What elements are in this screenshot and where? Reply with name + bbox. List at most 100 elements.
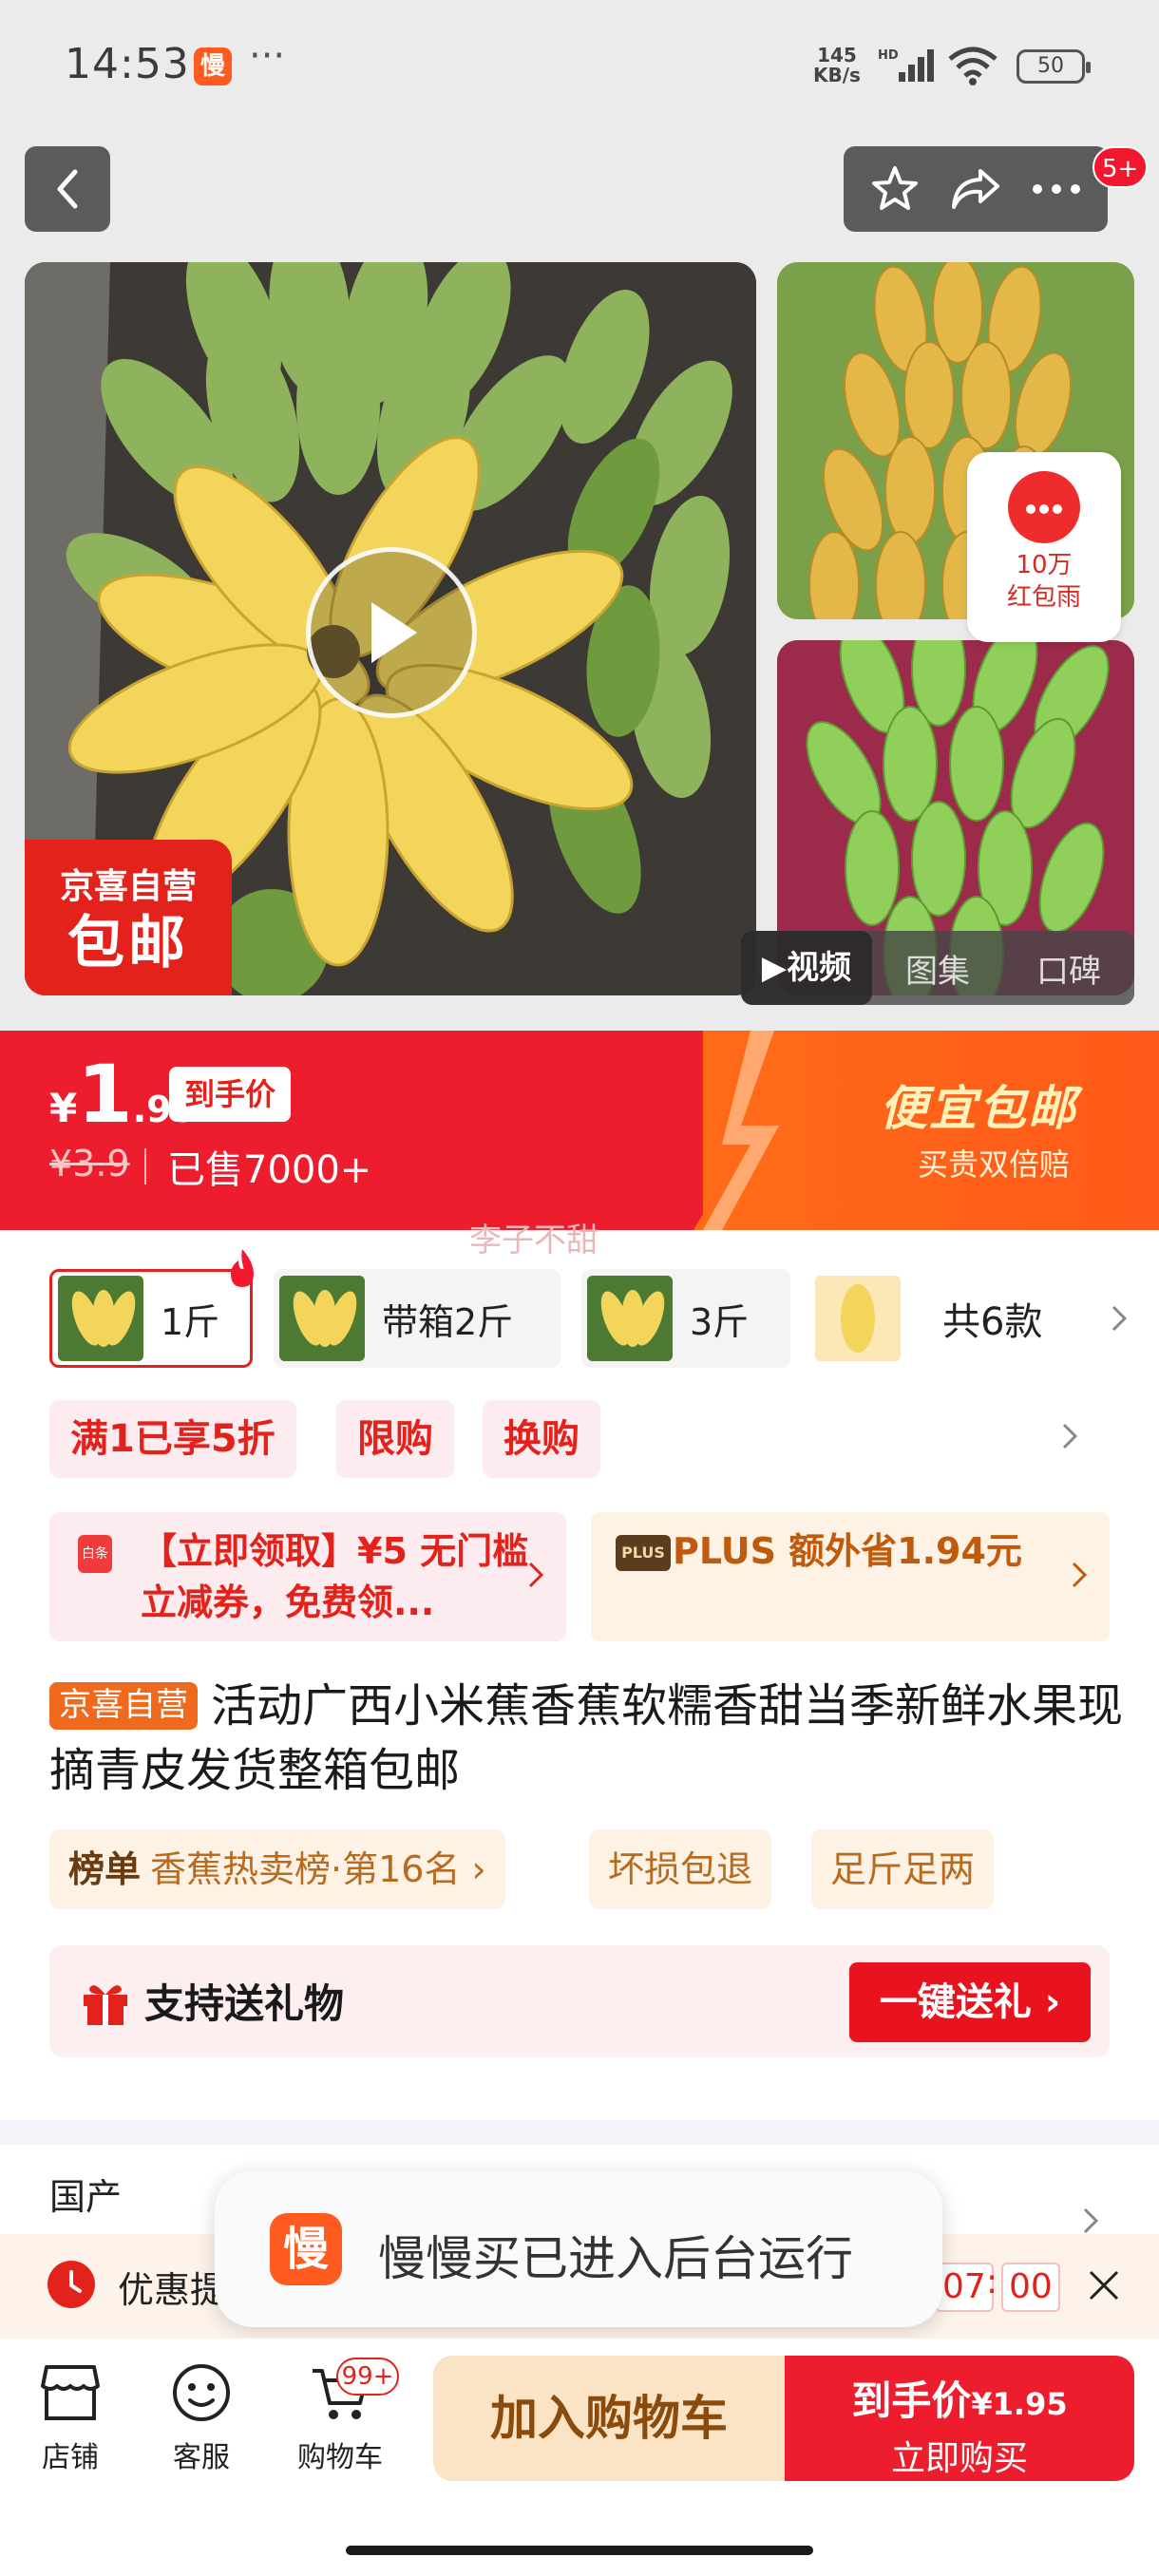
red-packet-line2: 红包雨	[1006, 583, 1081, 612]
nav-service-label: 客服	[173, 2441, 230, 2474]
tab-video-play-icon: ▶	[761, 949, 788, 987]
red-packet-rain-button[interactable]: 10万 红包雨	[967, 452, 1121, 642]
tab-gallery[interactable]: 图集	[872, 945, 1003, 992]
send-gift-label: 一键送礼	[879, 1980, 1032, 2024]
sku-option-4[interactable]	[809, 1269, 904, 1368]
tab-reviews[interactable]: 口碑	[1003, 945, 1134, 992]
guarantee-tag-1: 坏损包退	[589, 1829, 772, 1909]
countdown-seconds: 00	[1001, 2263, 1060, 2312]
countdown-text: 优惠提	[118, 2269, 227, 2311]
rank-badge[interactable]: 榜单 香蕉热卖榜·第16名 ›	[49, 1829, 505, 1909]
share-button[interactable]	[945, 159, 1006, 219]
sku-label: 1斤	[161, 1300, 220, 1343]
buy-price-value: ¥1.95	[971, 2386, 1068, 2422]
tab-video[interactable]: ▶视频	[741, 931, 872, 1005]
bottom-action-bar: 店铺 客服 购物车 99+ 加入购物车 到手价¥1.95 立即购买	[0, 2339, 1159, 2576]
red-packet-line1: 10万	[1016, 551, 1073, 579]
sku-option-1[interactable]: 1斤	[49, 1249, 254, 1368]
play-video-button[interactable]	[306, 547, 477, 718]
promo-subtitle: 买贵双倍赔	[918, 1146, 1071, 1183]
promo-tag-discount: 满1已享5折	[49, 1400, 296, 1478]
app-notification-icon: 慢	[194, 47, 232, 85]
favorite-button[interactable]	[864, 159, 925, 219]
chevron-right-icon: ›	[460, 1848, 486, 1890]
plus-savings-card[interactable]: PLUS PLUS 额外省1.94元	[591, 1512, 1110, 1641]
product-gallery: 14:53 慢 ··· 145 KB/s HD 50 5+ 京喜自营 包邮 10…	[0, 0, 1159, 1031]
smile-icon	[144, 2358, 258, 2428]
guarantee-tag-2: 足斤足两	[811, 1829, 995, 1909]
sku-thumbnail	[58, 1276, 143, 1361]
send-gift-button[interactable]: 一键送礼 ›	[849, 1962, 1091, 2042]
promo-tag-limit: 限购	[336, 1400, 454, 1478]
shop-icon	[13, 2358, 127, 2428]
promo-tags[interactable]: 满1已享5折 限购 换购	[49, 1400, 1123, 1478]
nav-cart-label: 购物车	[297, 2441, 383, 2474]
chevron-right-icon: ›	[1031, 1980, 1061, 2024]
chevron-right-icon	[1112, 1305, 1128, 1332]
sold-count: 已售7000+	[167, 1148, 372, 1192]
share-icon	[951, 169, 999, 209]
message-badge: 5+	[1092, 146, 1149, 188]
chevron-right-icon[interactable]	[1060, 1421, 1079, 1451]
home-indicator[interactable]	[346, 2546, 813, 2555]
watermark: 李子不甜	[469, 1222, 598, 1260]
toast-card: 慢 慢慢买已进入后台运行	[215, 2171, 942, 2327]
network-speed-unit: KB/s	[813, 64, 861, 86]
signal-icon: HD	[878, 48, 934, 82]
sku-label: 带箱2斤	[382, 1300, 514, 1343]
fire-icon	[231, 1249, 254, 1287]
price-divider	[144, 1148, 146, 1184]
close-icon[interactable]	[1085, 2266, 1123, 2304]
header-actions	[844, 146, 1108, 232]
add-to-cart-button[interactable]: 加入购物车	[433, 2356, 785, 2481]
toast-text: 慢慢买已进入后台运行	[378, 2231, 853, 2286]
status-more-icon: ···	[249, 34, 286, 78]
sku-option-3[interactable]: 3斤	[581, 1269, 790, 1368]
chevron-right-icon[interactable]	[1081, 2206, 1100, 2236]
coupon-card[interactable]: 白条 【立即领取】¥5 无门槛立减券，免费领...	[49, 1512, 566, 1641]
ship-badge-line2: 包邮	[67, 910, 189, 976]
nav-customer-service[interactable]: 客服	[144, 2358, 258, 2475]
buy-now-label: 立即购买	[890, 2439, 1028, 2478]
more-button[interactable]	[1026, 159, 1087, 219]
red-packet-icon	[1008, 471, 1080, 543]
free-shipping-badge: 京喜自营 包邮	[25, 840, 232, 995]
rank-label: 榜单	[68, 1848, 142, 1890]
back-button[interactable]	[25, 146, 110, 232]
price-banner: ¥1.95 到手价 ¥3.9 已售7000+ 便宜包邮 买贵双倍赔	[0, 1031, 1159, 1230]
price-integer: 1	[77, 1048, 133, 1141]
countdown-minutes: 07	[935, 2263, 994, 2312]
sku-selector: 1斤 带箱2斤 3斤 共6款	[49, 1249, 1151, 1368]
buy-price-label: 到手价	[851, 2377, 972, 2424]
promo-title: 便宜包邮	[880, 1081, 1077, 1136]
lightning-icon	[694, 1031, 808, 1230]
nav-cart[interactable]: 购物车 99+	[283, 2358, 399, 2475]
buy-now-button[interactable]: 到手价¥1.95 立即购买	[785, 2356, 1134, 2481]
self-operated-badge: 京喜自营	[49, 1682, 198, 1730]
price-currency: ¥	[49, 1085, 78, 1131]
final-price-tag: 到手价	[169, 1067, 292, 1122]
sku-thumbnail	[279, 1276, 365, 1361]
network-speed: 145 KB/s	[813, 46, 861, 85]
chevron-left-icon	[57, 169, 78, 209]
sku-thumbnail	[587, 1276, 673, 1361]
wifi-icon	[948, 47, 998, 85]
play-icon	[371, 602, 417, 663]
status-bar: 14:53 慢 ··· 145 KB/s HD 50	[0, 0, 1159, 133]
plus-savings-text: PLUS 额外省1.94元	[673, 1530, 1022, 1572]
status-time: 14:53	[65, 40, 190, 88]
more-dots-icon	[1032, 184, 1080, 194]
cart-count-badge: 99+	[336, 2358, 399, 2396]
rank-text: 香蕉热卖榜·第16名	[150, 1848, 461, 1890]
all-skus-link[interactable]: 共6款	[925, 1269, 1042, 1368]
promo-tag-exchange: 换购	[483, 1400, 600, 1478]
clock-icon	[48, 2261, 95, 2308]
gift-icon	[84, 1985, 127, 2025]
sku-count-label: 共6款	[942, 1300, 1043, 1344]
sku-option-2[interactable]: 带箱2斤	[274, 1269, 560, 1368]
svg-text:HD: HD	[878, 48, 899, 63]
nav-shop[interactable]: 店铺	[13, 2358, 127, 2475]
background-toast: 慢 慢慢买已进入后台运行	[215, 2040, 942, 2327]
tab-video-label: 视频	[787, 949, 852, 987]
countdown-colon: :	[986, 2263, 998, 2301]
